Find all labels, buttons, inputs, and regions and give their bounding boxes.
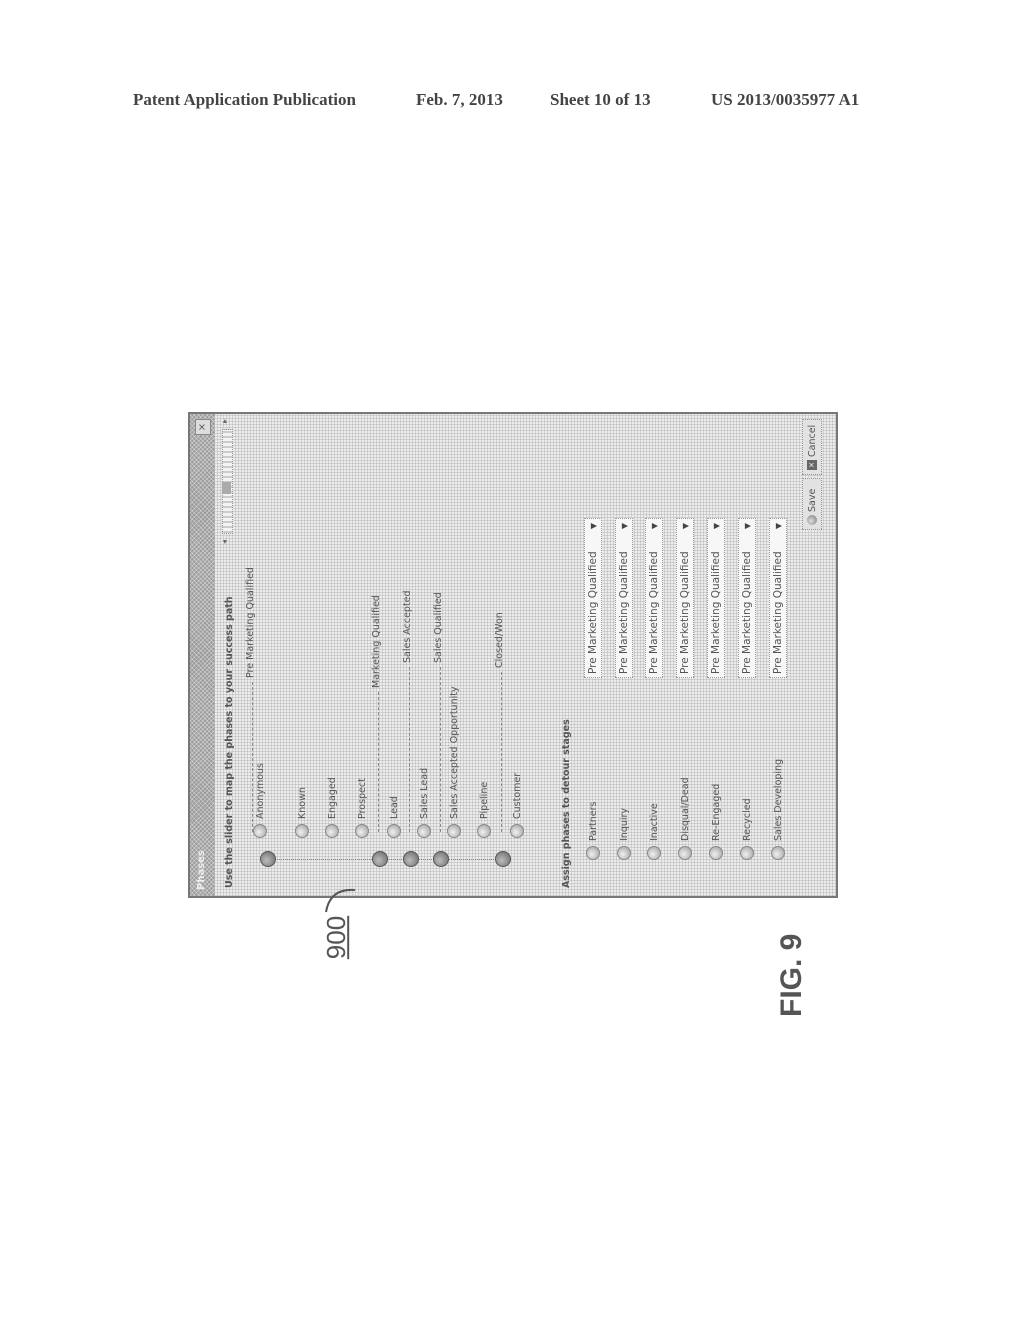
leader-line	[325, 888, 356, 913]
reference-numeral: 900	[321, 915, 352, 960]
figure-label: FIG. 9	[775, 933, 808, 1017]
